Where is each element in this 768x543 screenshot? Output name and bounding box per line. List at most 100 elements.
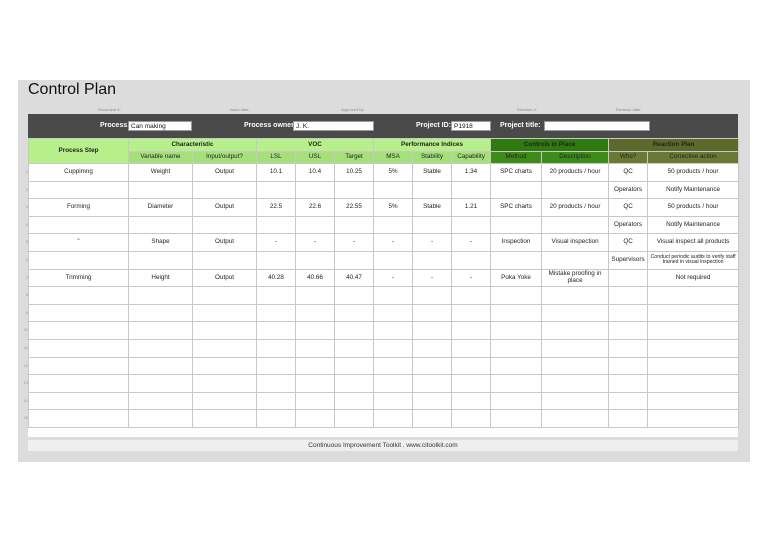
- cell-msa[interactable]: [373, 409, 414, 428]
- cell-capability[interactable]: [451, 409, 492, 428]
- cell-corrective-action[interactable]: [647, 303, 740, 323]
- cell-variable-name[interactable]: [128, 356, 193, 376]
- cell-lsl[interactable]: [256, 286, 296, 305]
- cell-capability[interactable]: [451, 374, 492, 393]
- cell-who[interactable]: [608, 391, 649, 411]
- cell-process-step[interactable]: Forming: [28, 198, 129, 217]
- cell-who[interactable]: [608, 321, 649, 340]
- cell-method[interactable]: Poka Yoke: [490, 268, 543, 288]
- cell-lsl[interactable]: [256, 391, 296, 411]
- cell-usl[interactable]: [295, 180, 335, 200]
- cell-stability[interactable]: Stable: [412, 163, 453, 182]
- cell-lsl[interactable]: [256, 321, 296, 340]
- cell-process-step[interactable]: Trimming: [28, 268, 129, 288]
- cell-target[interactable]: 22.55: [333, 198, 375, 217]
- cell-stability[interactable]: [412, 250, 453, 270]
- cell-method[interactable]: [490, 338, 543, 358]
- cell-variable-name[interactable]: Shape: [128, 233, 193, 252]
- cell-who[interactable]: QC: [608, 233, 649, 252]
- cell-stability[interactable]: [412, 391, 453, 411]
- cell-target[interactable]: [333, 409, 375, 428]
- cell-target[interactable]: [333, 215, 375, 235]
- cell-capability[interactable]: [451, 338, 492, 358]
- cell-variable-name[interactable]: [128, 374, 193, 393]
- cell-corrective-action[interactable]: Notify Maintenance: [647, 215, 740, 235]
- cell-input-output[interactable]: [192, 180, 257, 200]
- cell-process-step[interactable]: [28, 321, 129, 340]
- cell-process-step[interactable]: [28, 391, 129, 411]
- cell-who[interactable]: Operators: [608, 215, 649, 235]
- cell-stability[interactable]: Stable: [412, 198, 453, 217]
- cell-process-step[interactable]: [28, 215, 129, 235]
- cell-lsl[interactable]: [256, 215, 296, 235]
- cell-msa[interactable]: [373, 286, 414, 305]
- cell-target[interactable]: [333, 321, 375, 340]
- cell-process-step[interactable]: [28, 286, 129, 305]
- cell-description[interactable]: [541, 250, 610, 270]
- cell-input-output[interactable]: [192, 374, 257, 393]
- cell-capability[interactable]: [451, 215, 492, 235]
- cell-target[interactable]: [333, 303, 375, 323]
- cell-variable-name[interactable]: [128, 250, 193, 270]
- cell-usl[interactable]: 10.4: [295, 163, 335, 182]
- cell-process-step[interactable]: [28, 338, 129, 358]
- cell-stability[interactable]: -: [412, 233, 453, 252]
- cell-description[interactable]: [541, 409, 610, 428]
- cell-description[interactable]: [541, 391, 610, 411]
- cell-method[interactable]: [490, 250, 543, 270]
- cell-corrective-action[interactable]: Notify Maintenance: [647, 180, 740, 200]
- cell-who[interactable]: Supervisors: [608, 250, 649, 270]
- cell-capability[interactable]: [451, 321, 492, 340]
- cell-lsl[interactable]: 40.28: [256, 268, 296, 288]
- cell-method[interactable]: SPC charts: [490, 163, 543, 182]
- cell-stability[interactable]: [412, 215, 453, 235]
- cell-usl[interactable]: [295, 409, 335, 428]
- cell-usl[interactable]: [295, 391, 335, 411]
- cell-corrective-action[interactable]: [647, 391, 740, 411]
- cell-variable-name[interactable]: [128, 303, 193, 323]
- cell-variable-name[interactable]: Height: [128, 268, 193, 288]
- cell-target[interactable]: -: [333, 233, 375, 252]
- cell-capability[interactable]: [451, 356, 492, 376]
- project-id-field[interactable]: P1918: [451, 121, 491, 131]
- cell-usl[interactable]: 22.6: [295, 198, 335, 217]
- cell-target[interactable]: [333, 286, 375, 305]
- cell-who[interactable]: [608, 268, 649, 288]
- cell-description[interactable]: 20 products / hour: [541, 163, 610, 182]
- cell-method[interactable]: [490, 391, 543, 411]
- cell-capability[interactable]: 1.34: [451, 163, 492, 182]
- cell-method[interactable]: [490, 286, 543, 305]
- cell-process-step[interactable]: ": [28, 233, 129, 252]
- cell-capability[interactable]: [451, 180, 492, 200]
- cell-usl[interactable]: [295, 286, 335, 305]
- cell-method[interactable]: [490, 374, 543, 393]
- cell-corrective-action[interactable]: [647, 286, 740, 305]
- cell-who[interactable]: QC: [608, 198, 649, 217]
- cell-description[interactable]: [541, 303, 610, 323]
- cell-stability[interactable]: [412, 303, 453, 323]
- cell-corrective-action[interactable]: 50 products / hour: [647, 198, 740, 217]
- cell-method[interactable]: [490, 303, 543, 323]
- cell-input-output[interactable]: Output: [192, 163, 257, 182]
- cell-input-output[interactable]: [192, 356, 257, 376]
- cell-target[interactable]: [333, 374, 375, 393]
- cell-variable-name[interactable]: [128, 215, 193, 235]
- cell-lsl[interactable]: [256, 374, 296, 393]
- cell-capability[interactable]: -: [451, 268, 492, 288]
- cell-input-output[interactable]: Output: [192, 268, 257, 288]
- cell-target[interactable]: [333, 180, 375, 200]
- cell-msa[interactable]: [373, 250, 414, 270]
- cell-input-output[interactable]: [192, 303, 257, 323]
- cell-who[interactable]: [608, 374, 649, 393]
- cell-msa[interactable]: [373, 321, 414, 340]
- cell-who[interactable]: [608, 409, 649, 428]
- cell-lsl[interactable]: [256, 303, 296, 323]
- cell-process-step[interactable]: [28, 409, 129, 428]
- cell-input-output[interactable]: [192, 321, 257, 340]
- cell-variable-name[interactable]: [128, 391, 193, 411]
- cell-capability[interactable]: [451, 250, 492, 270]
- cell-who[interactable]: Operators: [608, 180, 649, 200]
- cell-input-output[interactable]: [192, 409, 257, 428]
- cell-usl[interactable]: [295, 356, 335, 376]
- cell-description[interactable]: [541, 321, 610, 340]
